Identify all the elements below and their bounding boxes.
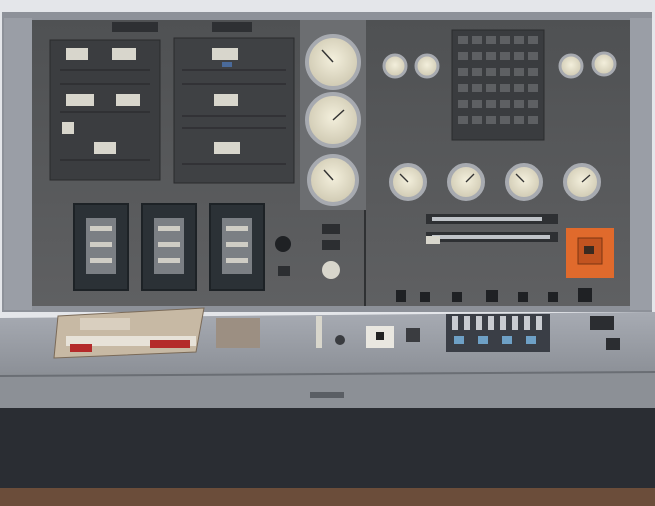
orange-panel <box>566 228 614 278</box>
recorder-units <box>73 203 265 291</box>
left-edge-post <box>4 18 32 310</box>
right-edge-post <box>630 18 652 310</box>
floor <box>0 488 655 506</box>
control-console-photo <box>0 0 655 506</box>
top-strip-label <box>112 22 158 32</box>
drawer-handle <box>310 392 344 398</box>
blue-marker <box>222 62 232 67</box>
desk-plate <box>216 318 260 348</box>
desk-front <box>0 372 655 408</box>
switchbank <box>446 314 550 352</box>
console-base <box>0 408 655 490</box>
center-gauges <box>300 20 366 210</box>
chart-paper <box>53 307 205 359</box>
indicator-block-left <box>49 39 161 181</box>
top-strip-label-2 <box>212 22 252 32</box>
